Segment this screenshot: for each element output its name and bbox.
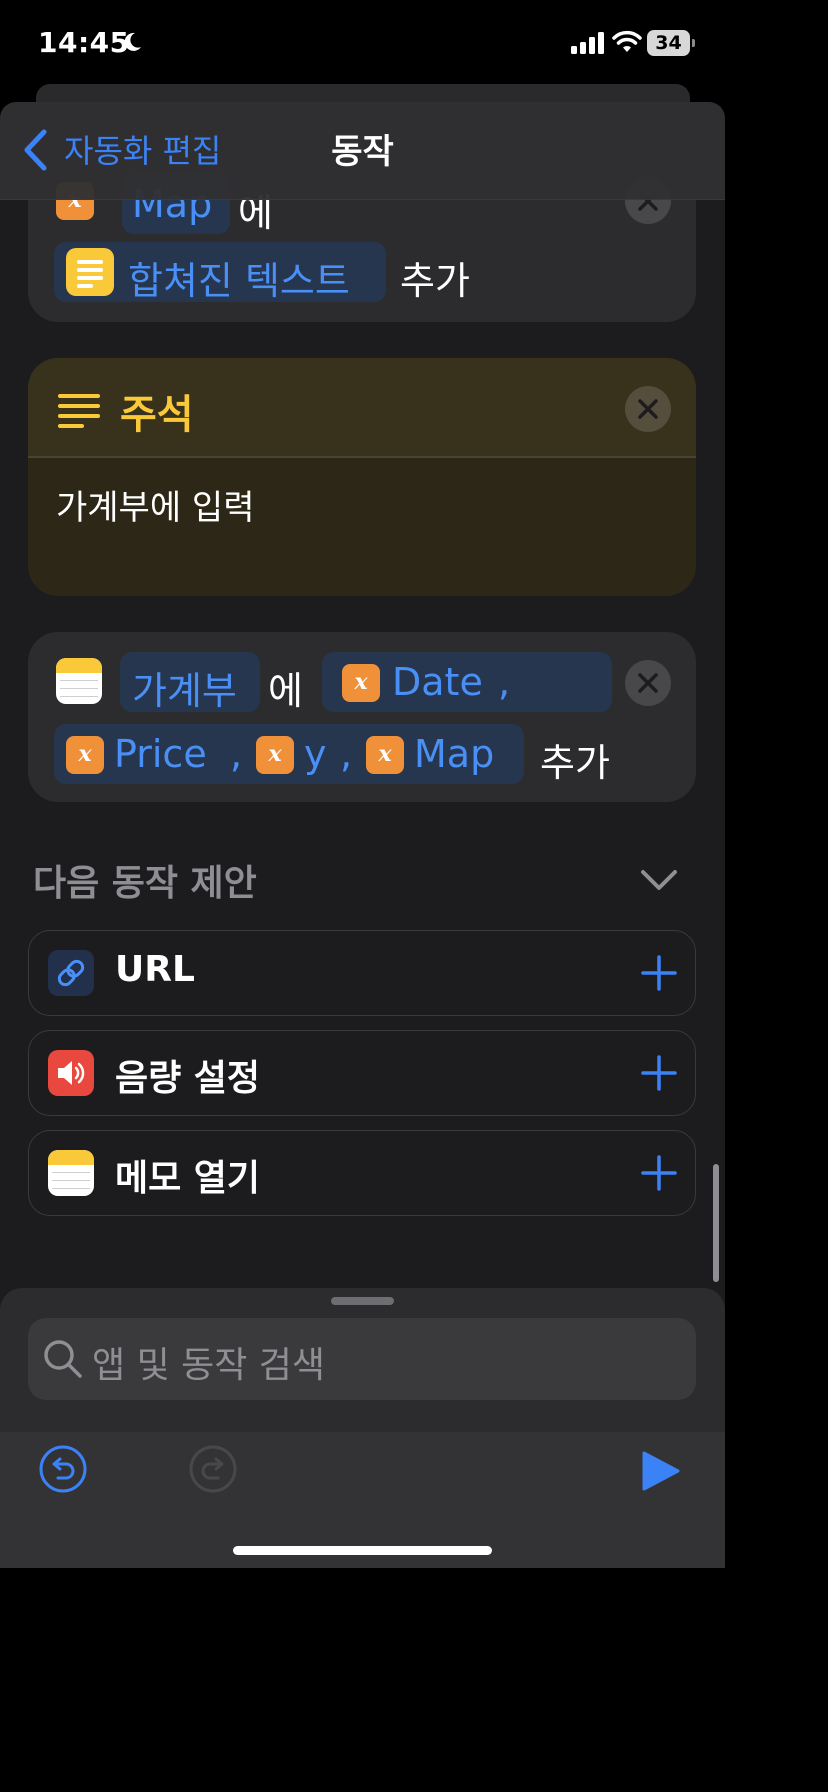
close-icon — [638, 399, 658, 419]
scroll-indicator[interactable] — [713, 1164, 719, 1282]
variable-token-label: y — [304, 732, 327, 776]
variable-token-label: Date — [392, 660, 483, 704]
comment-title: 주석 — [120, 392, 194, 438]
page-title: 동작 — [331, 132, 394, 172]
comment-action[interactable]: 주석 가계부에 입력 — [28, 358, 696, 596]
variable-icon: x — [256, 736, 294, 774]
separator-text: , — [340, 732, 353, 776]
variable-token-label: Price — [114, 732, 207, 776]
note-token-label: 가계부 — [132, 669, 237, 713]
search-field[interactable]: 앱 및 동작 검색 — [28, 1318, 696, 1400]
comment-header: 주석 — [28, 358, 696, 458]
battery-icon: 34 — [647, 30, 695, 56]
status-time: 14:45 — [38, 26, 130, 59]
separator-text: , — [230, 732, 243, 776]
chevron-down-icon[interactable] — [640, 868, 678, 892]
suggestion-label: URL — [115, 949, 195, 990]
wifi-icon — [612, 30, 642, 52]
comment-lines-icon — [58, 394, 100, 428]
notes-icon — [56, 658, 102, 704]
separator-text: , — [498, 660, 511, 704]
suggestion-url[interactable]: URL — [28, 930, 696, 1016]
suggestion-open-note[interactable]: 메모 열기 — [28, 1130, 696, 1216]
verb-text: 추가 — [540, 741, 610, 785]
variable-token-label: Map — [414, 732, 495, 776]
editor-toolbar — [0, 1432, 725, 1568]
comment-text[interactable]: 가계부에 입력 — [56, 480, 255, 529]
navigation-bar: 자동화 편집 동작 — [0, 102, 725, 200]
add-icon[interactable] — [641, 1055, 677, 1091]
append-to-note-action[interactable]: 가계부 에 x Date , x Price , x y , x Map 추가 — [28, 632, 696, 802]
suggestions-title: 다음 동작 제안 — [33, 863, 257, 904]
remove-action-button[interactable] — [625, 660, 671, 706]
variable-icon: x — [66, 736, 104, 774]
close-icon — [638, 673, 658, 693]
suggestion-label: 음량 설정 — [115, 1058, 261, 1099]
link-icon — [48, 950, 94, 996]
verb-text: 추가 — [400, 259, 470, 303]
moon-icon — [124, 32, 141, 51]
battery-level: 34 — [655, 32, 682, 54]
text-icon — [66, 248, 114, 296]
undo-button[interactable] — [38, 1444, 88, 1494]
play-button[interactable] — [640, 1450, 682, 1492]
search-placeholder: 앱 및 동작 검색 — [92, 1345, 326, 1386]
suggestion-set-volume[interactable]: 음량 설정 — [28, 1030, 696, 1116]
text-token-label: 합쳐진 텍스트 — [128, 259, 350, 303]
signal-icon — [571, 32, 604, 54]
home-indicator — [233, 1546, 492, 1555]
notes-icon — [48, 1150, 94, 1196]
variable-icon: x — [342, 664, 380, 702]
redo-button[interactable] — [188, 1444, 238, 1494]
connector-text: 에 — [268, 669, 303, 713]
action-search-panel: 앱 및 동작 검색 — [0, 1288, 725, 1568]
suggestion-label: 메모 열기 — [115, 1158, 261, 1199]
remove-comment-button[interactable] — [625, 386, 671, 432]
speaker-icon — [48, 1050, 94, 1096]
search-icon — [44, 1340, 82, 1378]
add-icon[interactable] — [641, 955, 677, 991]
status-bar: 14:45 34 — [0, 0, 725, 88]
sheet-grabber[interactable] — [331, 1297, 394, 1305]
variable-icon: x — [366, 736, 404, 774]
add-icon[interactable] — [641, 1155, 677, 1191]
